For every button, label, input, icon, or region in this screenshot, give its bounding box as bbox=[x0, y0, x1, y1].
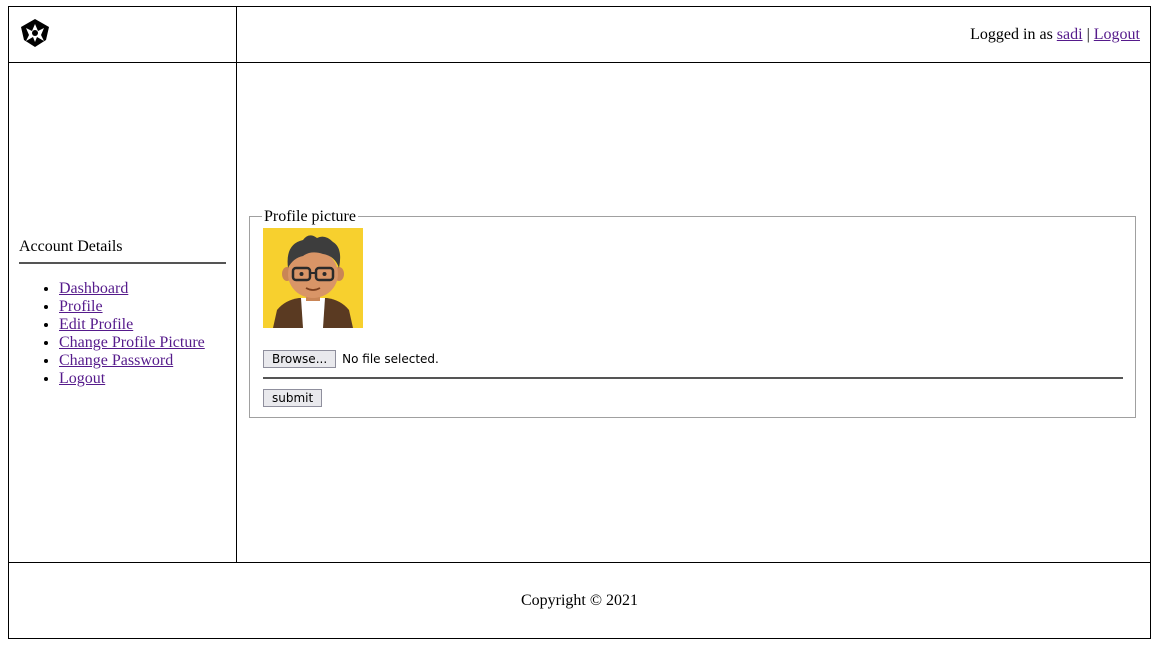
sidebar-link-change-profile-picture[interactable]: Change Profile Picture bbox=[59, 334, 205, 351]
header-logout-link[interactable]: Logout bbox=[1094, 26, 1140, 43]
user-avatar-icon bbox=[263, 227, 363, 328]
browse-button[interactable]: Browse... bbox=[263, 349, 337, 368]
sidebar-item-logout: Logout bbox=[59, 370, 226, 388]
login-status: Logged in as sadi | Logout bbox=[970, 26, 1150, 43]
page-layout-table: Logged in as sadi | Logout Account Detai… bbox=[8, 6, 1151, 639]
logged-in-label: Logged in as bbox=[970, 25, 1057, 43]
file-status-text: No file selected. bbox=[342, 351, 439, 366]
sidebar-link-profile[interactable]: Profile bbox=[59, 298, 103, 315]
sidebar: Account Details Dashboard Profile Edit P… bbox=[8, 62, 237, 563]
form-divider bbox=[263, 376, 1123, 379]
main-content: Profile picture Browse... No file select… bbox=[236, 62, 1151, 563]
sidebar-link-dashboard[interactable]: Dashboard bbox=[59, 280, 128, 297]
file-upload-row: Browse... No file selected. bbox=[263, 349, 1123, 368]
copyright-text: Copyright © 2021 bbox=[520, 591, 639, 609]
sidebar-item-dashboard: Dashboard bbox=[59, 280, 226, 298]
sidebar-menu: Dashboard Profile Edit Profile Change Pr… bbox=[19, 280, 226, 388]
sidebar-link-edit-profile[interactable]: Edit Profile bbox=[59, 316, 133, 333]
sidebar-item-change-password: Change Password bbox=[59, 352, 226, 370]
footer: Copyright © 2021 bbox=[8, 562, 1151, 639]
sidebar-item-profile: Profile bbox=[59, 298, 226, 316]
header-bar: Logged in as sadi | Logout bbox=[236, 6, 1151, 63]
sidebar-link-change-password[interactable]: Change Password bbox=[59, 352, 173, 369]
form-legend: Profile picture bbox=[264, 207, 356, 225]
logo-cell bbox=[8, 6, 237, 63]
sidebar-heading: Account Details bbox=[19, 237, 123, 255]
submit-button[interactable]: submit bbox=[263, 388, 323, 407]
sidebar-divider bbox=[19, 261, 226, 264]
separator: | bbox=[1082, 25, 1094, 43]
sidebar-item-edit-profile: Edit Profile bbox=[59, 316, 226, 334]
shield-logo-icon[interactable] bbox=[20, 18, 50, 48]
profile-picture-form: Profile picture Browse... No file select… bbox=[249, 207, 1136, 418]
sidebar-link-logout[interactable]: Logout bbox=[59, 370, 105, 387]
username-link[interactable]: sadi bbox=[1057, 26, 1083, 43]
sidebar-item-change-profile-picture: Change Profile Picture bbox=[59, 334, 226, 352]
